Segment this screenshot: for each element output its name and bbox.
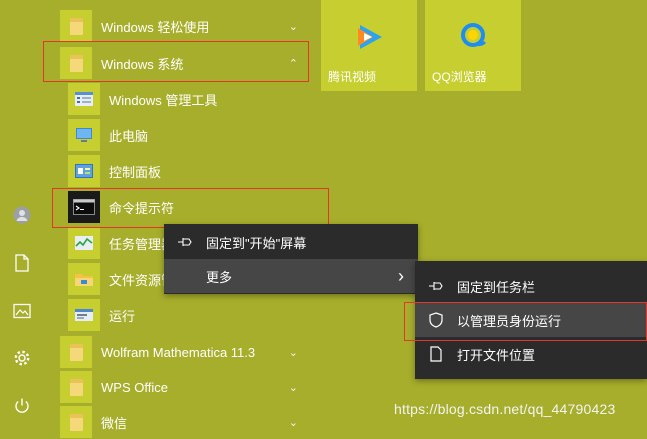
more-submenu: 固定到任务栏 以管理员身份运行 打开文件位置	[415, 261, 647, 379]
folder-icon	[60, 336, 92, 368]
list-item-label: Wolfram Mathematica 11.3	[101, 344, 256, 360]
tile-tencent-video[interactable]: 腾讯视频	[321, 0, 417, 91]
list-item-windows-admin-tools[interactable]: Windows 管理工具	[60, 82, 312, 116]
control-panel-icon	[68, 155, 100, 187]
folder-icon	[60, 10, 92, 42]
pin-icon	[177, 234, 193, 250]
power-icon[interactable]	[6, 390, 38, 422]
command-prompt-icon	[68, 191, 100, 223]
shield-icon	[428, 312, 444, 328]
chevron-down-icon: ⌄	[288, 381, 298, 394]
tencent-video-icon	[355, 22, 385, 52]
list-item-this-pc[interactable]: 此电脑	[60, 118, 312, 152]
list-item-command-prompt[interactable]: 命令提示符	[60, 190, 312, 224]
chevron-down-icon: ⌄	[288, 346, 298, 359]
list-item-label: Windows 系统	[101, 56, 184, 72]
admin-tools-icon	[68, 83, 100, 115]
list-item-run[interactable]: 运行	[60, 298, 312, 332]
list-item-label: WPS Office	[101, 379, 168, 395]
list-item-label: 命令提示符	[109, 200, 175, 216]
list-item-label: 控制面板	[109, 164, 162, 180]
list-item-windows-system[interactable]: Windows 系统 ⌃	[60, 46, 312, 80]
context-menu: 固定到"开始"屏幕 更多 ›	[164, 224, 418, 294]
menu-item-label: 打开文件位置	[457, 347, 536, 363]
menu-item-pin-to-taskbar[interactable]: 固定到任务栏	[415, 269, 647, 303]
chevron-down-icon: ⌄	[288, 20, 298, 33]
pictures-icon[interactable]	[6, 295, 38, 327]
list-item-windows-ease-of-access[interactable]: Windows 轻松使用 ⌄	[60, 9, 312, 43]
this-pc-icon	[68, 119, 100, 151]
chevron-down-icon: ⌄	[288, 416, 298, 429]
start-left-rail	[0, 0, 44, 429]
run-icon	[68, 299, 100, 331]
menu-item-label: 更多	[206, 269, 233, 285]
menu-item-label: 固定到任务栏	[457, 279, 536, 295]
tile-qq-browser[interactable]: QQ浏览器	[425, 0, 521, 91]
pin-icon	[428, 278, 444, 294]
user-account-icon[interactable]	[6, 199, 38, 231]
menu-item-more[interactable]: 更多 ›	[164, 259, 418, 293]
list-item-label: Windows 轻松使用	[101, 19, 210, 35]
list-item-control-panel[interactable]: 控制面板	[60, 154, 312, 188]
qq-browser-icon	[459, 22, 489, 52]
chevron-right-icon: ›	[398, 265, 404, 286]
settings-gear-icon[interactable]	[6, 342, 38, 374]
document-icon[interactable]	[6, 247, 38, 279]
file-explorer-icon	[68, 263, 100, 295]
watermark-url: https://blog.csdn.net/qq_44790423	[394, 401, 616, 417]
list-item-wechat[interactable]: 微信 ⌄	[60, 405, 312, 439]
menu-item-open-file-location[interactable]: 打开文件位置	[415, 337, 647, 371]
folder-icon	[60, 47, 92, 79]
folder-icon	[60, 371, 92, 403]
menu-item-run-as-administrator[interactable]: 以管理员身份运行	[415, 303, 647, 337]
folder-icon	[60, 406, 92, 438]
list-item-label: 此电脑	[109, 128, 149, 144]
app-list: Windows 轻松使用 ⌄ Windows 系统 ⌃ Windows 管理工具…	[44, 0, 314, 438]
menu-item-label: 固定到"开始"屏幕	[206, 235, 307, 251]
document-icon	[428, 346, 444, 362]
list-item-label: Windows 管理工具	[109, 92, 218, 108]
chevron-up-icon: ⌃	[288, 57, 298, 70]
tile-label: 腾讯视频	[328, 70, 377, 84]
menu-item-pin-to-start[interactable]: 固定到"开始"屏幕	[164, 225, 418, 259]
list-item-wolfram-mathematica[interactable]: Wolfram Mathematica 11.3 ⌄	[60, 335, 312, 369]
tile-label: QQ浏览器	[432, 70, 487, 84]
menu-item-label: 以管理员身份运行	[457, 313, 562, 329]
list-item-label: 运行	[109, 308, 136, 324]
task-manager-icon	[68, 227, 100, 259]
list-item-wps-office[interactable]: WPS Office ⌄	[60, 370, 312, 404]
